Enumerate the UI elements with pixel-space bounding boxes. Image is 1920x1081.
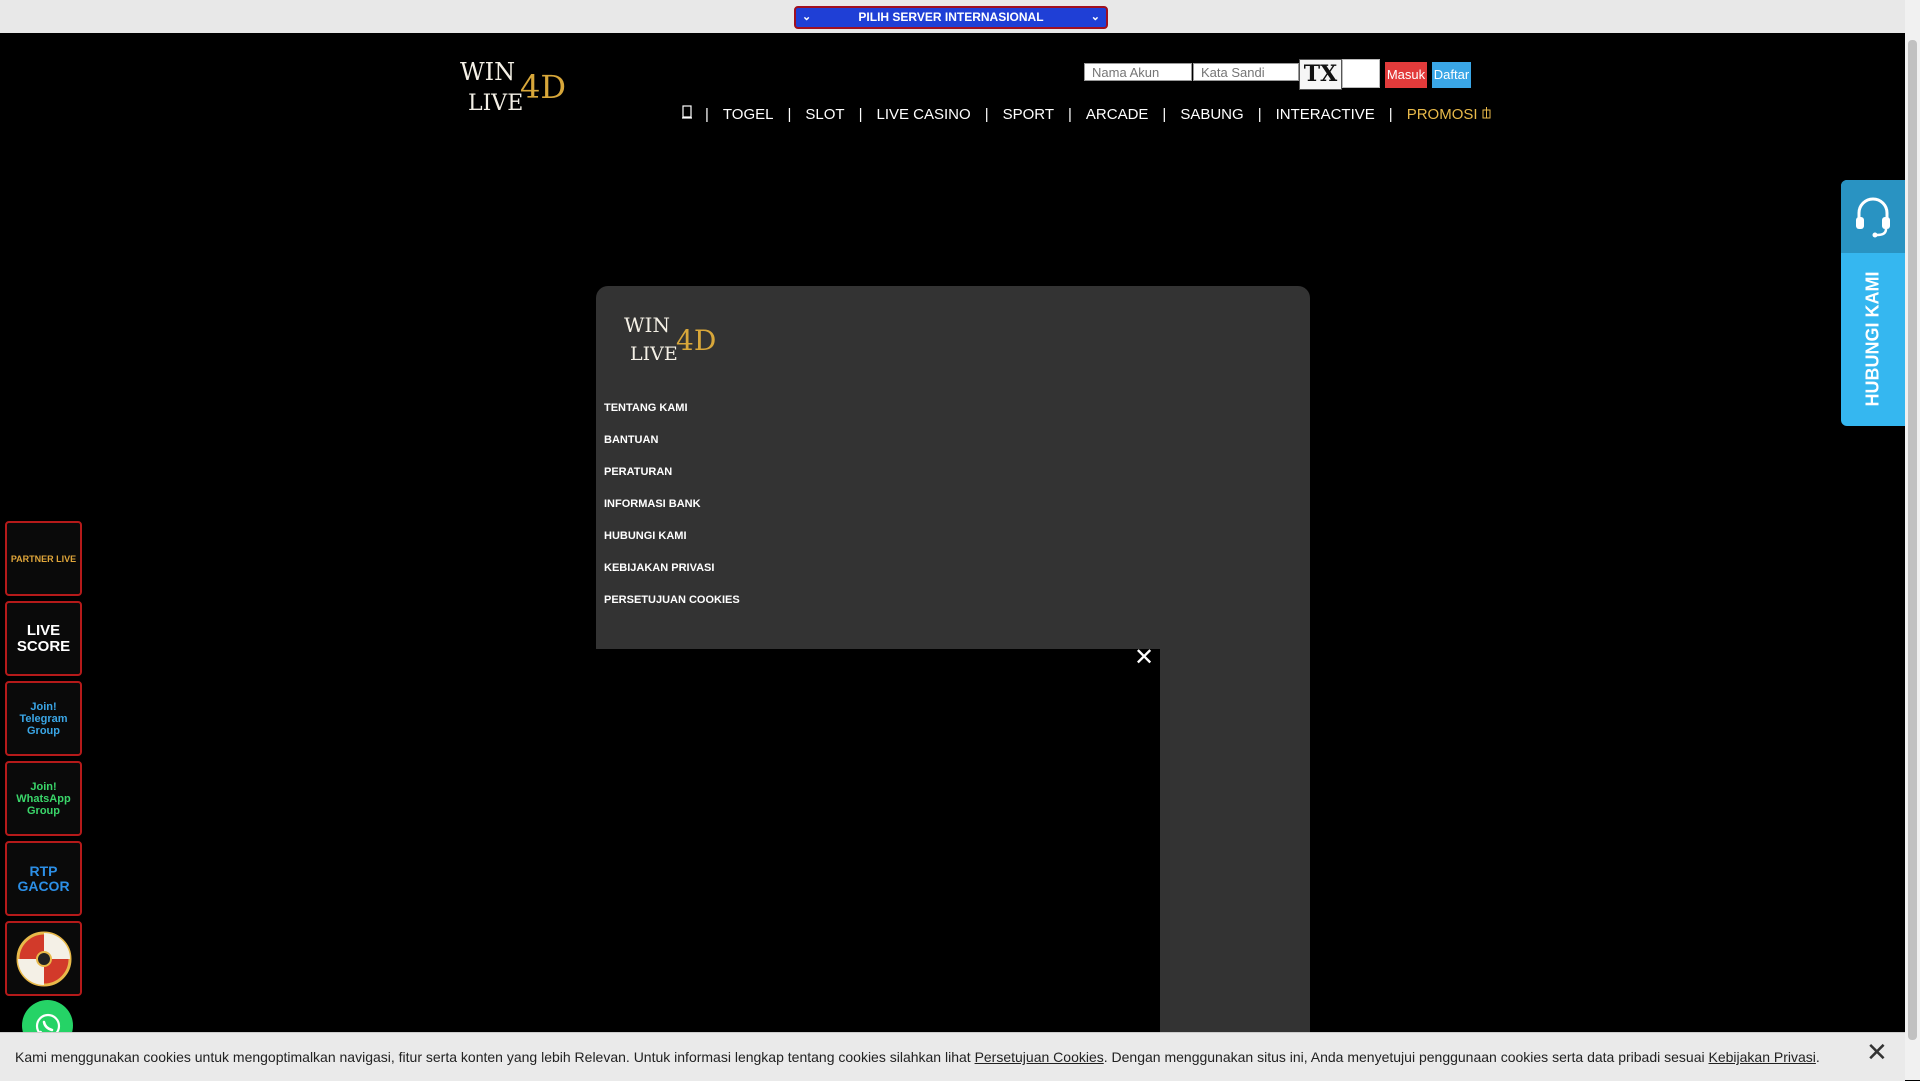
banner-telegram-group[interactable]: Join! Telegram Group [5, 681, 82, 756]
cookie-text-part-1: Kami menggunakan cookies untuk mengoptim… [15, 1049, 975, 1065]
footer-logo-text-live: LIVE [630, 343, 678, 365]
banner-live-score[interactable]: LIVE SCORE [5, 601, 82, 676]
nav-togel[interactable]: TOGEL [709, 106, 788, 123]
nav-sport[interactable]: SPORT [989, 106, 1068, 123]
nav-live-casino[interactable]: LIVE CASINO [862, 106, 984, 123]
cookie-text-part-3: . [1815, 1049, 1820, 1065]
main-nav: | TOGEL | SLOT | LIVE CASINO | SPORT | A… [678, 104, 1505, 124]
banner-live-score-label: LIVE SCORE [16, 621, 71, 655]
nav-sabung[interactable]: SABUNG [1166, 106, 1257, 123]
contact-label-box: HUBUNGI KAMI [1841, 253, 1905, 426]
footer-logo-text-win: WIN [624, 313, 670, 337]
username-input[interactable] [1084, 63, 1192, 81]
spin-wheel-icon [16, 931, 71, 986]
chevron-down-icon: ⌄ [802, 11, 812, 23]
home-icon [682, 105, 692, 119]
footer-logo: WIN LIVE 4D [624, 313, 716, 365]
cookie-link-kebijakan[interactable]: Kebijakan Privasi [1709, 1049, 1816, 1065]
footer-link-peraturan[interactable]: PERATURAN [604, 464, 740, 496]
captcha-input[interactable] [1342, 59, 1380, 88]
nav-arcade[interactable]: ARCADE [1072, 106, 1163, 123]
server-select[interactable]: ⌄ PILIH SERVER INTERNASIONAL ⌄ [794, 6, 1108, 29]
banner-spin-wheel[interactable] [5, 921, 82, 996]
cookie-link-persetujuan[interactable]: Persetujuan Cookies [975, 1049, 1104, 1065]
footer-link-persetujuan-cookies[interactable]: PERSETUJUAN COOKIES [604, 592, 740, 624]
footer-logo-text-4d: 4D [676, 324, 716, 357]
server-bar: ⌄ PILIH SERVER INTERNASIONAL ⌄ [0, 0, 1905, 33]
banner-partner-live[interactable]: PARTNER LIVE [5, 521, 82, 596]
nav-home[interactable] [678, 105, 705, 123]
contact-tab[interactable]: HUBUNGI KAMI [1841, 180, 1905, 426]
nav-promosi[interactable]: PROMOSI [1393, 106, 1505, 123]
nav-slot[interactable]: SLOT [791, 106, 858, 123]
chevron-down-icon: ⌄ [1090, 11, 1100, 23]
footer-link-hubungi-kami[interactable]: HUBUNGI KAMI [604, 528, 740, 560]
contact-icon-box [1841, 180, 1905, 253]
nav-interactive[interactable]: INTERACTIVE [1262, 106, 1389, 123]
nav-promosi-label: PROMOSI [1406, 105, 1478, 123]
register-button[interactable]: Daftar [1432, 62, 1471, 88]
footer-link-tentang-kami[interactable]: TENTANG KAMI [604, 400, 740, 432]
gift-icon [1482, 106, 1491, 118]
scrollbar[interactable] [1905, 0, 1920, 1080]
cookie-text-part-2: . Dengan menggunakan situs ini, Anda men… [1103, 1049, 1709, 1065]
password-input[interactable] [1193, 63, 1299, 81]
logo-text-win: WIN [460, 58, 515, 86]
site-logo[interactable]: WIN LIVE 4D [458, 52, 580, 116]
login-button[interactable]: Masuk [1385, 62, 1427, 88]
footer-links: TENTANG KAMI BANTUAN PERATURAN INFORMASI… [604, 400, 740, 624]
banner-rtp-label: RTP GACOR [17, 862, 70, 894]
headset-icon [1856, 197, 1890, 237]
banner-partner-live-label: PARTNER LIVE [10, 553, 77, 564]
footer-link-informasi-bank[interactable]: INFORMASI BANK [604, 496, 740, 528]
captcha-image: TX [1299, 59, 1342, 90]
server-select-label: PILIH SERVER INTERNASIONAL [858, 10, 1044, 24]
banner-whatsapp-group[interactable]: Join! WhatsApp Group [5, 761, 82, 836]
scrollbar-thumb[interactable] [1908, 40, 1917, 1040]
cookie-bar: Kami menggunakan cookies untuk mengoptim… [0, 1032, 1905, 1081]
cookie-text: Kami menggunakan cookies untuk mengoptim… [15, 1049, 1820, 1065]
footer-link-bantuan[interactable]: BANTUAN [604, 432, 740, 464]
cookie-close-icon[interactable]: ✕ [1866, 1039, 1888, 1065]
logo-text-live: LIVE [468, 91, 523, 116]
footer-link-kebijakan-privasi[interactable]: KEBIJAKAN PRIVASI [604, 560, 740, 592]
video-popup[interactable] [596, 649, 1160, 1080]
contact-label: HUBUNGI KAMI [1862, 271, 1883, 407]
banner-telegram-label: Join! Telegram Group [19, 700, 68, 737]
banner-whatsapp-label: Join! WhatsApp Group [16, 780, 71, 817]
banner-rtp-gacor[interactable]: RTP GACOR [5, 841, 82, 916]
logo-text-4d: 4D [520, 68, 566, 106]
close-icon[interactable]: ✕ [1133, 646, 1155, 670]
